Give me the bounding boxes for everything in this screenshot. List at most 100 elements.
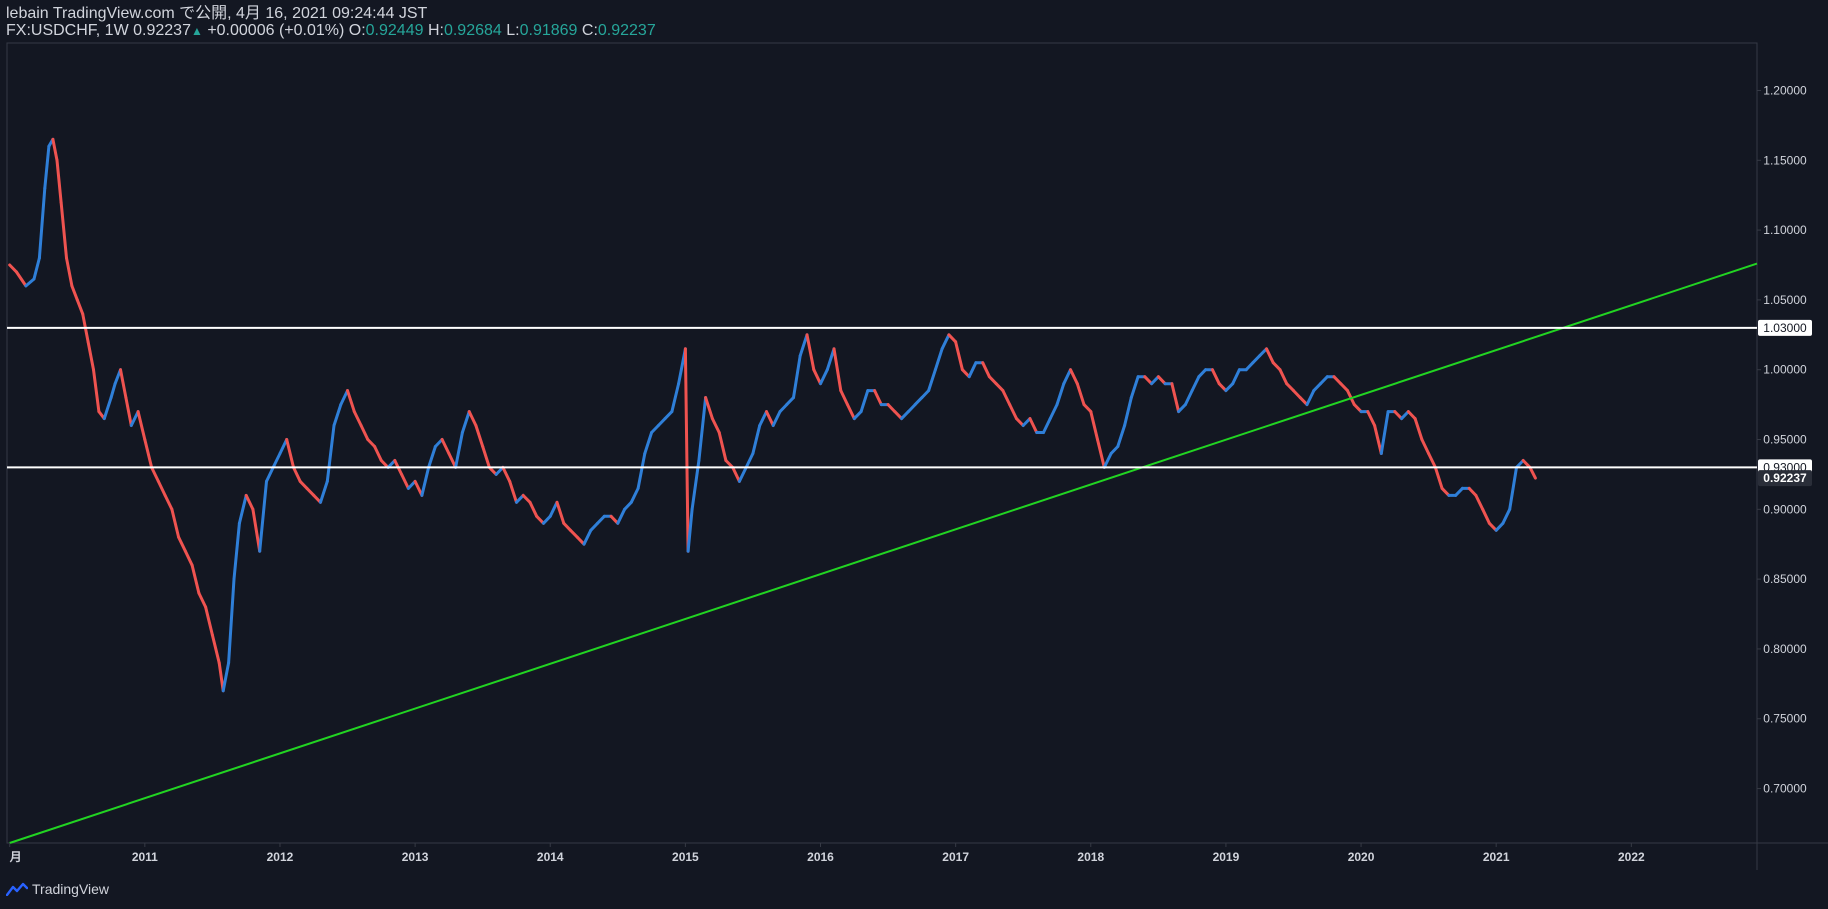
price-segment xyxy=(237,493,248,525)
price-segment xyxy=(548,500,559,518)
price-segment xyxy=(683,347,690,553)
x-tick-label: 2020 xyxy=(1348,850,1375,864)
price-segment xyxy=(670,382,681,414)
price-segment xyxy=(751,424,762,455)
price-segment xyxy=(1379,410,1390,455)
price-segment xyxy=(839,389,849,407)
price-segment xyxy=(24,277,36,288)
price-segment xyxy=(86,340,95,372)
price-segment xyxy=(32,256,41,281)
price-segment xyxy=(1265,347,1275,365)
price-segment xyxy=(1042,417,1052,434)
price-segment xyxy=(508,479,518,504)
y-tick-label: 0.85000 xyxy=(1763,572,1807,586)
price-segment xyxy=(346,389,356,414)
price-segment xyxy=(805,333,816,372)
price-segment xyxy=(981,361,991,379)
price-segment xyxy=(102,396,113,421)
y-tick-label: 0.90000 xyxy=(1763,502,1807,516)
y-tick-label: 1.10000 xyxy=(1763,223,1807,237)
price-segment xyxy=(285,438,295,469)
price-segment xyxy=(59,200,68,260)
price-segment xyxy=(183,549,194,567)
price-segment xyxy=(765,410,775,427)
price-segment xyxy=(967,361,978,379)
price-segment xyxy=(758,410,768,427)
price-segment xyxy=(251,507,262,553)
price-segment xyxy=(70,284,79,302)
x-tick-label: 2022 xyxy=(1618,850,1645,864)
y-tick-label: 0.75000 xyxy=(1763,712,1807,726)
price-segment xyxy=(271,452,282,469)
price-segment xyxy=(319,479,329,504)
price-segment xyxy=(1001,389,1012,407)
price-segment xyxy=(454,431,464,469)
price-segment xyxy=(1183,389,1194,407)
price-segment xyxy=(204,605,214,637)
x-tick-label: 2019 xyxy=(1213,850,1240,864)
price-segment xyxy=(292,465,302,483)
footer-brand-label: TradingView xyxy=(32,881,110,897)
x-tick-label: 2017 xyxy=(942,850,969,864)
price-segment xyxy=(954,340,964,372)
price-segment xyxy=(190,563,201,595)
price-segment xyxy=(1116,424,1127,448)
x-tick-label: 2021 xyxy=(1483,850,1510,864)
price-segment xyxy=(771,410,782,427)
price-segment xyxy=(704,396,714,421)
price-segment xyxy=(940,333,951,351)
x-tick-label: 2015 xyxy=(672,850,699,864)
price-segment xyxy=(636,452,647,490)
price-segment xyxy=(467,410,478,427)
tradingview-logo-icon xyxy=(6,882,28,896)
price-segment xyxy=(555,500,566,525)
price-segment xyxy=(210,633,221,665)
trendline-layer xyxy=(9,262,1758,844)
price-segment xyxy=(197,591,208,609)
price-segment xyxy=(481,445,491,469)
price-segment xyxy=(232,521,241,581)
x-tick-label: 2018 xyxy=(1077,850,1104,864)
price-segment xyxy=(136,410,147,441)
price-segment xyxy=(163,493,174,511)
price-segment xyxy=(1366,410,1377,427)
price-segment xyxy=(1474,493,1485,511)
price-segment xyxy=(1096,438,1106,469)
price-segment xyxy=(933,347,944,372)
support-trendline[interactable] xyxy=(9,262,1758,844)
price-segment xyxy=(1305,389,1316,407)
price-segment xyxy=(265,465,275,483)
price-segment xyxy=(501,465,512,483)
price-segment xyxy=(37,186,47,260)
price-segment xyxy=(710,417,721,434)
price-segment xyxy=(1129,375,1140,400)
price-segment xyxy=(109,382,117,400)
price-segment xyxy=(1055,382,1066,407)
price-segment xyxy=(1170,382,1181,414)
price-segment xyxy=(1481,507,1491,525)
price-segment xyxy=(1508,465,1518,511)
price-segment xyxy=(1501,507,1512,525)
y-tick-label: 1.05000 xyxy=(1763,293,1807,307)
price-segment xyxy=(1433,465,1444,490)
price-segment xyxy=(359,424,370,441)
price-segment xyxy=(1089,410,1099,441)
price-segment xyxy=(427,445,437,469)
price-segment xyxy=(1028,417,1039,434)
price-segment xyxy=(1427,452,1437,469)
x-tick-label: 2014 xyxy=(537,850,564,864)
price-segment xyxy=(339,389,349,407)
last-price-label: 0.92237 xyxy=(1763,471,1807,485)
price-segment xyxy=(124,396,133,427)
price-segment xyxy=(1278,368,1289,386)
price-chart[interactable]: 1.030000.930000.92237 1.200001.150001.10… xyxy=(0,0,1828,909)
price-segment xyxy=(737,465,748,483)
y-tick-label: 0.70000 xyxy=(1763,782,1807,796)
price-segment xyxy=(643,431,654,455)
price-segment xyxy=(227,577,236,665)
price-segment xyxy=(1528,465,1537,480)
price-segment xyxy=(1420,438,1431,455)
footer-brand[interactable]: TradingView xyxy=(6,881,109,897)
y-tick-label: 1.15000 xyxy=(1763,153,1807,167)
price-segment xyxy=(440,438,451,455)
